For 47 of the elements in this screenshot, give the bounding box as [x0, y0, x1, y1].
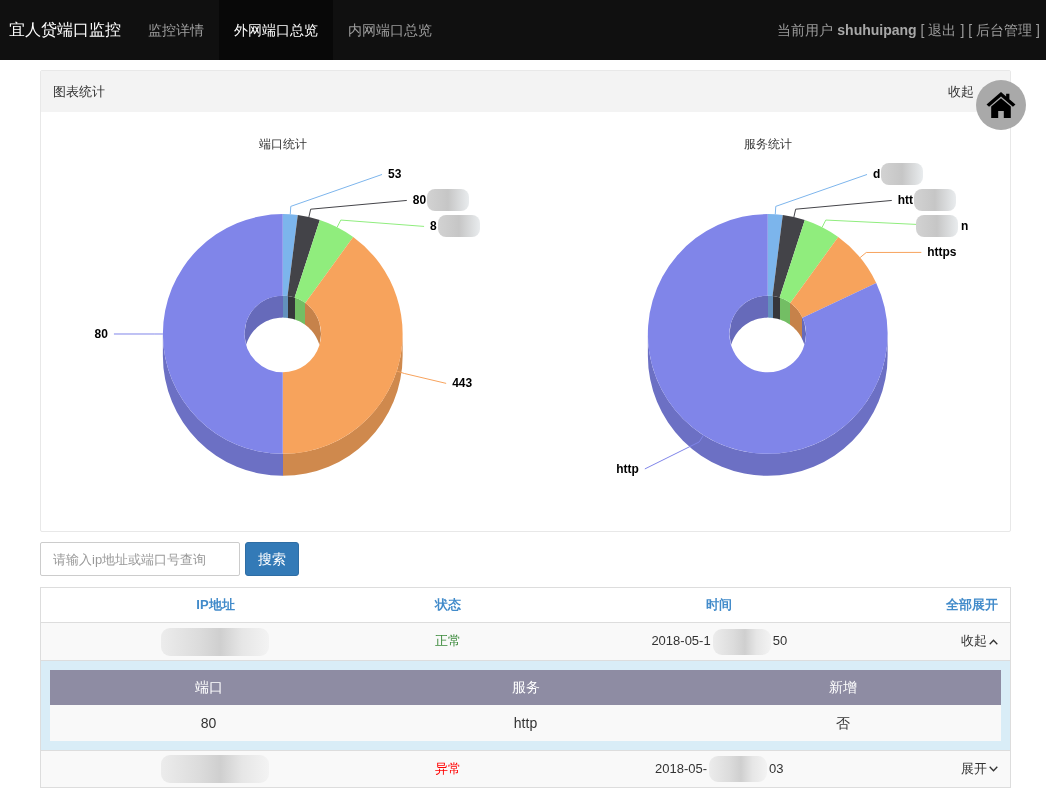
slice-label: n: [960, 219, 968, 234]
status-cell: 正常: [389, 622, 507, 661]
leader-line: [859, 251, 922, 259]
chart-title: 服务统计: [743, 137, 792, 152]
blurred-patch: [712, 628, 771, 655]
slice-label: 80: [412, 193, 427, 208]
time-text: 2018-05-1: [651, 633, 711, 648]
search-field[interactable]: 请输入ip地址或端口号查询: [40, 542, 240, 576]
panel-title: 图表统计: [53, 82, 105, 101]
status-cell: 异常: [389, 750, 507, 788]
slice-label: 443: [452, 376, 473, 391]
slice-label: d: [872, 167, 880, 182]
time-text: 50: [772, 633, 788, 648]
nav-tab[interactable]: 内网端口总览: [333, 0, 447, 60]
current-user-text: 当前用户 shuhuipang [ 退出 ] [ 后台管理 ]: [777, 20, 1041, 40]
table-cell: http: [367, 704, 684, 741]
search-button[interactable]: 搜索: [245, 542, 299, 576]
slice-label: https: [926, 245, 957, 260]
nav-tab[interactable]: 外网端口总览: [219, 0, 333, 60]
time-text: 03: [769, 760, 784, 776]
nav-tab[interactable]: 监控详情: [133, 0, 219, 60]
leader-line: [113, 333, 164, 335]
slice-label: 80: [94, 327, 108, 341]
chevron-up-icon: [989, 638, 998, 645]
user-link[interactable]: 退出: [928, 21, 957, 38]
slice-label: htt: [897, 193, 913, 208]
user-link[interactable]: 后台管理: [976, 21, 1033, 38]
slice-label: 8: [430, 219, 437, 234]
slice-label: http: [615, 461, 639, 476]
column-header: 端口: [50, 669, 367, 705]
column-header: 新增: [684, 669, 1001, 705]
collapse-link[interactable]: 收起: [948, 81, 974, 102]
chevron-down-icon: [989, 766, 998, 773]
house-icon: [986, 91, 1016, 119]
leader-line: [643, 434, 704, 470]
brand-title[interactable]: 宜人贷端口监控: [0, 0, 133, 60]
slice-label: 53: [388, 167, 402, 182]
row-toggle[interactable]: 展开: [961, 760, 998, 776]
expand-all-link[interactable]: 全部展开: [946, 597, 998, 612]
row-toggle[interactable]: 收起: [961, 633, 998, 649]
table-cell: 否: [684, 704, 1001, 741]
table-cell: 80: [50, 704, 367, 741]
chart-title: 端口统计: [258, 137, 307, 152]
leader-line: [396, 370, 447, 384]
column-header: 服务: [367, 669, 684, 705]
blurred-patch: [709, 756, 768, 783]
time-text: 2018-05-: [655, 760, 708, 776]
